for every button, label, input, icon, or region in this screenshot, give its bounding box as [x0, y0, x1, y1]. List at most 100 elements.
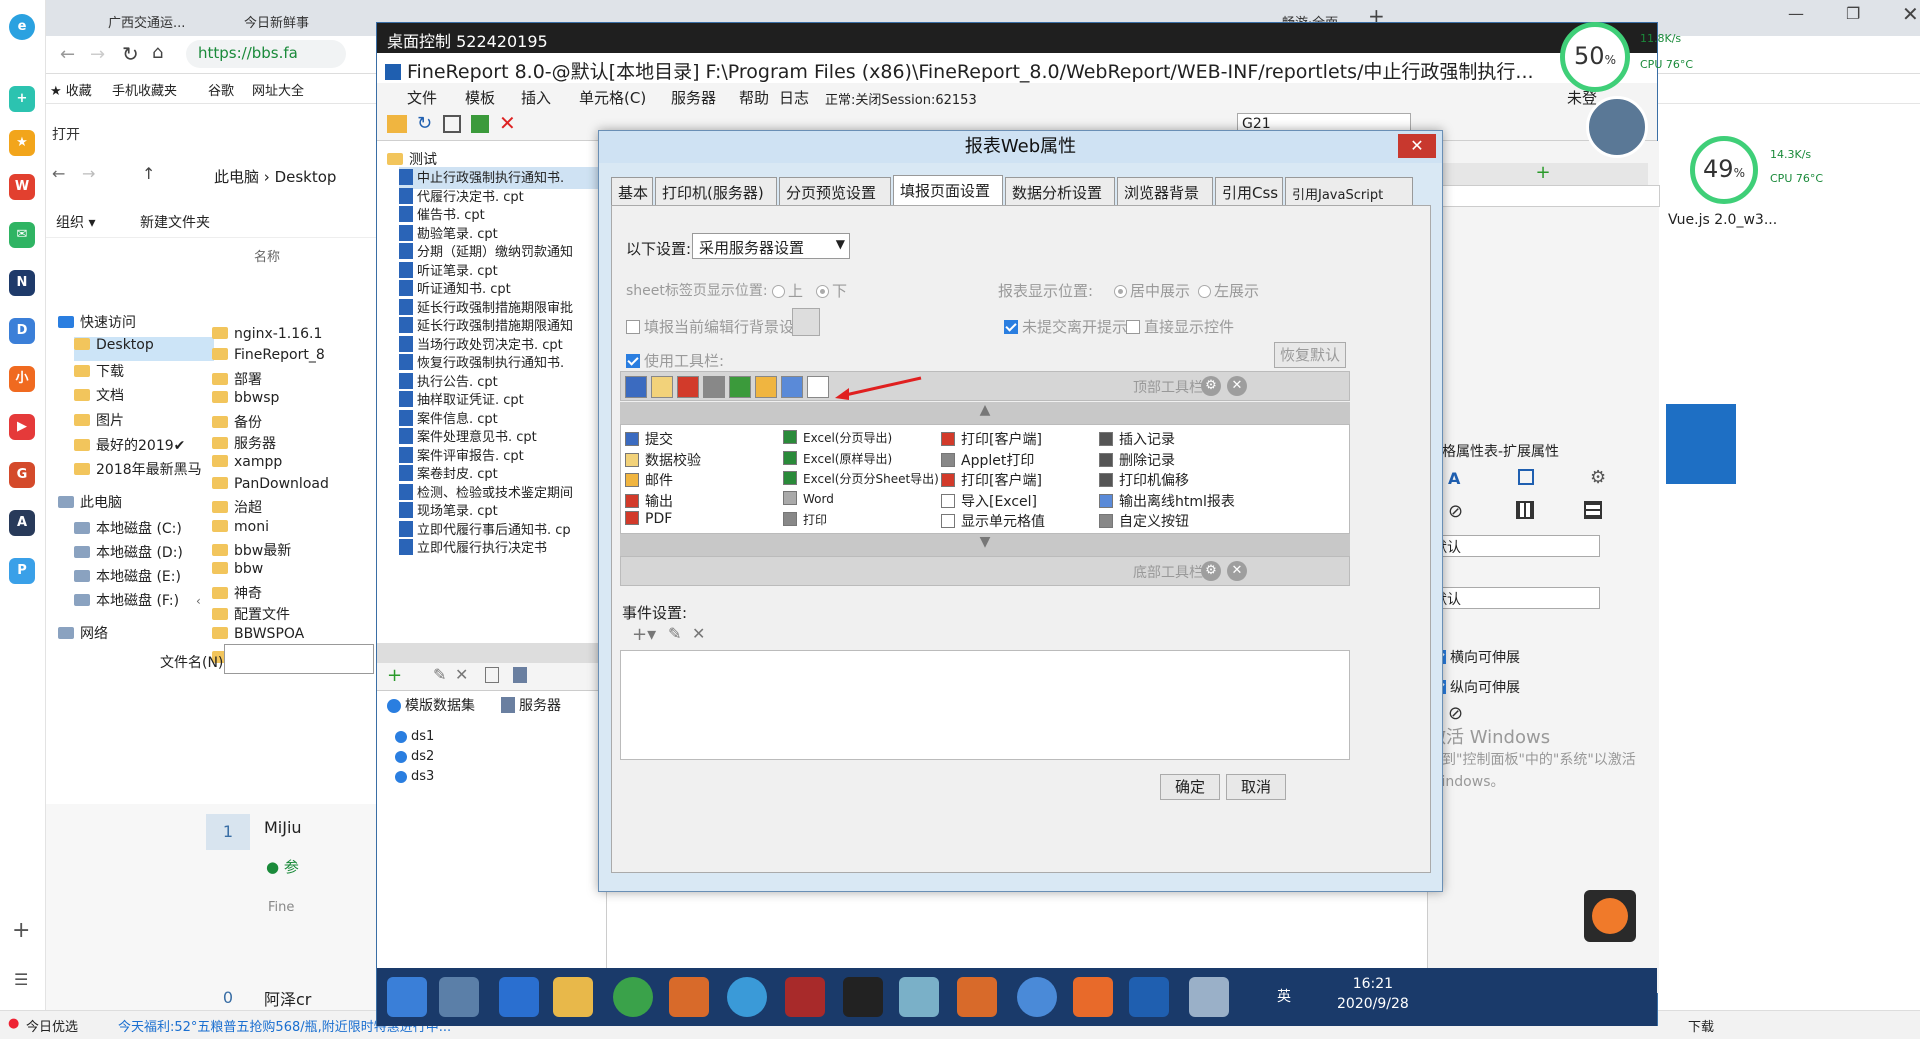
menu-item[interactable]: 日志 — [779, 87, 809, 108]
tab-page-preview[interactable]: 分页预览设置 — [779, 177, 891, 205]
tab-printer[interactable]: 打印机(服务器) — [655, 177, 777, 205]
forward-icon[interactable]: → — [82, 164, 95, 183]
file-item[interactable]: 治超 — [212, 497, 376, 521]
clock[interactable]: 16:21 2020/9/28 — [1337, 974, 1409, 1014]
chrome-icon[interactable] — [613, 977, 653, 1017]
explorer-icon[interactable] — [439, 977, 479, 1017]
dataset-item[interactable]: ds2 — [395, 749, 434, 764]
tab-fill-page[interactable]: 填报页面设置 — [893, 175, 1003, 205]
vertical-extend-checkbox[interactable]: 纵向可伸展 — [1432, 677, 1520, 697]
file-item[interactable]: 神奇 — [212, 583, 376, 607]
toolbar-option[interactable]: 提交 — [625, 429, 673, 449]
tab-title-right[interactable]: Vue.js 2.0_w3... — [1668, 212, 1777, 228]
forward-icon[interactable]: → — [90, 44, 105, 65]
nav-item[interactable]: 文档 — [74, 385, 124, 409]
file-item[interactable]: nginx-1.16.1 — [212, 326, 376, 350]
layout-icon[interactable] — [443, 115, 461, 133]
remove-icon[interactable]: ✕ — [1227, 561, 1247, 581]
tree-scrollbar[interactable] — [377, 643, 606, 663]
menu-icon[interactable]: ☰ — [14, 970, 28, 989]
browser-tab[interactable]: 广西交通运... — [100, 6, 220, 36]
favorite-item[interactable]: 手机收藏夹 — [112, 80, 177, 99]
delete-icon[interactable]: ✕ — [692, 624, 705, 643]
tab-template-dataset[interactable]: 模版数据集 — [387, 695, 475, 715]
toolbar-option[interactable]: Excel(分页分Sheet导出) — [783, 470, 939, 490]
event-list[interactable] — [620, 650, 1350, 760]
toolbar-option[interactable]: 打印[客户端] — [941, 429, 1042, 449]
nav-item[interactable]: 本地磁盘 (E:) — [74, 566, 181, 590]
up-icon[interactable]: ↑ — [142, 164, 155, 183]
download-button[interactable]: 下载 — [1688, 1016, 1714, 1035]
open-folder-icon[interactable] — [387, 115, 407, 133]
circle-app-icon[interactable] — [727, 977, 767, 1017]
toolbar-option[interactable]: Excel(原样导出) — [783, 450, 892, 470]
breadcrumb[interactable]: 此电脑 › Desktop — [214, 166, 336, 187]
offset-icon[interactable] — [781, 376, 803, 398]
cancel-button[interactable]: 取消 — [1226, 774, 1286, 800]
plus-icon[interactable]: + — [9, 86, 35, 112]
finereport-icon[interactable] — [1129, 977, 1169, 1017]
nav-item[interactable]: 图片 — [74, 410, 124, 434]
toolbar-option[interactable]: 打印机偏移 — [1099, 470, 1189, 490]
weibo-icon[interactable]: W — [9, 174, 35, 200]
notebook-icon[interactable] — [899, 977, 939, 1017]
checkbox-icon[interactable] — [1004, 320, 1018, 334]
forum-user[interactable]: MiJiu — [264, 818, 302, 837]
move-down-icon[interactable]: ▼ — [620, 534, 1350, 556]
browser-tab[interactable]: 今日新鲜事 — [236, 6, 356, 36]
tab-basic[interactable]: 基本 — [611, 177, 653, 205]
ime-indicator[interactable]: 英 — [1277, 986, 1291, 1006]
template-file[interactable]: 立即代履行执行决定书 — [399, 537, 547, 559]
memory-gauge[interactable]: 50% — [1560, 22, 1630, 92]
refresh-icon[interactable]: ↻ — [122, 42, 139, 66]
back-icon[interactable]: ← — [60, 44, 75, 65]
java-icon[interactable] — [669, 977, 709, 1017]
select-default[interactable]: 默认 — [1428, 535, 1600, 557]
font-icon[interactable]: A — [1448, 469, 1460, 488]
settings-icon[interactable]: ⚙ — [1201, 561, 1221, 581]
avatar[interactable] — [1586, 96, 1648, 158]
bottom-toolbar-area[interactable]: 底部工具栏 ⚙ ✕ — [620, 556, 1350, 586]
organize-button[interactable]: 组织 ▾ — [56, 212, 95, 232]
settings-select[interactable]: 采用服务器设置 ▼ — [692, 233, 850, 259]
radio-icon[interactable] — [816, 285, 829, 298]
dataset-item[interactable]: ds1 — [395, 729, 434, 744]
redis-icon[interactable] — [785, 977, 825, 1017]
checkbox-icon[interactable] — [1126, 320, 1140, 334]
cmd-icon[interactable] — [843, 977, 883, 1017]
tab-javascript[interactable]: 引用JavaScript — [1285, 177, 1413, 205]
nav-item[interactable]: Desktop — [74, 337, 214, 361]
file-item[interactable]: bbw最新 — [212, 540, 376, 564]
settings-icon[interactable]: ⚙ — [1201, 376, 1221, 396]
toolbar-option[interactable]: 打印 — [783, 511, 827, 531]
unsubmitted-checkbox[interactable]: 未提交离开提示 — [1004, 316, 1127, 337]
ok-button[interactable]: 确定 — [1160, 774, 1220, 800]
edit-icon[interactable]: ✎ — [668, 624, 681, 643]
forum-user[interactable]: 阿泽cr — [264, 986, 311, 1010]
pdf-icon[interactable] — [677, 376, 699, 398]
p-icon[interactable]: P — [9, 558, 35, 584]
close-icon[interactable]: ✕ — [1398, 134, 1436, 158]
delete-icon[interactable]: ✕ — [499, 111, 516, 135]
direct-show-checkbox[interactable]: 直接显示控件 — [1126, 316, 1234, 337]
print-icon[interactable] — [703, 376, 725, 398]
dataset-item[interactable]: ds3 — [395, 769, 434, 784]
use-toolbar-checkbox[interactable]: 使用工具栏: — [626, 350, 724, 371]
favorite-item[interactable]: 谷歌 — [208, 80, 234, 99]
toolbar-option[interactable]: 导入[Excel] — [941, 491, 1037, 511]
horizontal-extend-checkbox[interactable]: 横向可伸展 — [1432, 647, 1520, 667]
edit-icon[interactable]: ✎ — [433, 665, 446, 684]
add-event-icon[interactable]: +▾ — [632, 624, 656, 645]
nav-item[interactable]: 最好的2019✔ — [74, 435, 185, 459]
maximize-icon[interactable]: ❐ — [1846, 4, 1860, 23]
monitor-icon[interactable] — [1189, 977, 1229, 1017]
scroll-left-icon[interactable]: ‹ — [196, 594, 208, 616]
file-item[interactable]: bbw — [212, 561, 376, 585]
toolbar-option[interactable]: 输出 — [625, 491, 673, 511]
top-toolbar-area[interactable]: 顶部工具栏 ⚙ ✕ — [620, 371, 1350, 401]
server-icon[interactable] — [513, 667, 527, 683]
folder-icon[interactable] — [553, 977, 593, 1017]
memory-gauge[interactable]: 49% — [1690, 136, 1758, 204]
forum-cat[interactable]: Fine — [268, 900, 294, 915]
file-item[interactable]: 服务器 — [212, 433, 376, 457]
